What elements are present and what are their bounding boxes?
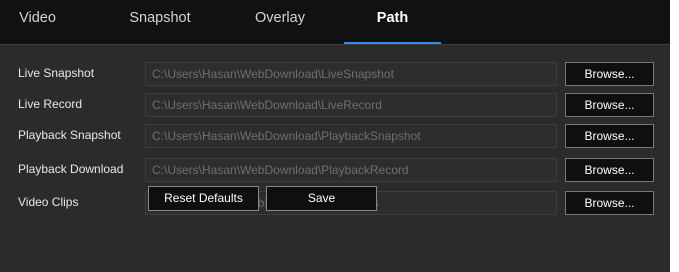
live-record-path-field[interactable]	[145, 93, 557, 117]
playback-download-browse-button[interactable]: Browse...	[565, 158, 654, 182]
tab-overlay[interactable]: Overlay	[240, 0, 320, 44]
playback-snapshot-label: Playback Snapshot	[18, 128, 121, 142]
playback-download-path-field[interactable]	[145, 158, 557, 182]
playback-snapshot-browse-button[interactable]: Browse...	[565, 124, 654, 148]
playback-download-label: Playback Download	[18, 162, 124, 176]
tab-path[interactable]: Path	[355, 0, 430, 44]
window-edge	[670, 0, 679, 272]
tab-snapshot[interactable]: Snapshot	[115, 0, 205, 44]
video-clips-label: Video Clips	[18, 195, 79, 209]
live-record-label: Live Record	[18, 97, 83, 111]
live-record-browse-button[interactable]: Browse...	[565, 93, 654, 117]
live-snapshot-path-field[interactable]	[145, 62, 557, 86]
tab-bar: Video Snapshot Overlay Path	[0, 0, 670, 44]
video-clips-browse-button[interactable]: Browse...	[565, 191, 654, 215]
live-snapshot-browse-button[interactable]: Browse...	[565, 62, 654, 86]
live-snapshot-label: Live Snapshot	[18, 66, 95, 80]
reset-defaults-button[interactable]: Reset Defaults	[148, 186, 259, 211]
save-button[interactable]: Save	[266, 186, 377, 211]
tab-video[interactable]: Video	[10, 0, 65, 44]
path-settings-window: Video Snapshot Overlay Path Live Snapsho…	[0, 0, 679, 272]
path-settings-panel: Live Snapshot Browse... Live Record Brow…	[0, 44, 670, 272]
playback-snapshot-path-field[interactable]	[145, 124, 557, 148]
